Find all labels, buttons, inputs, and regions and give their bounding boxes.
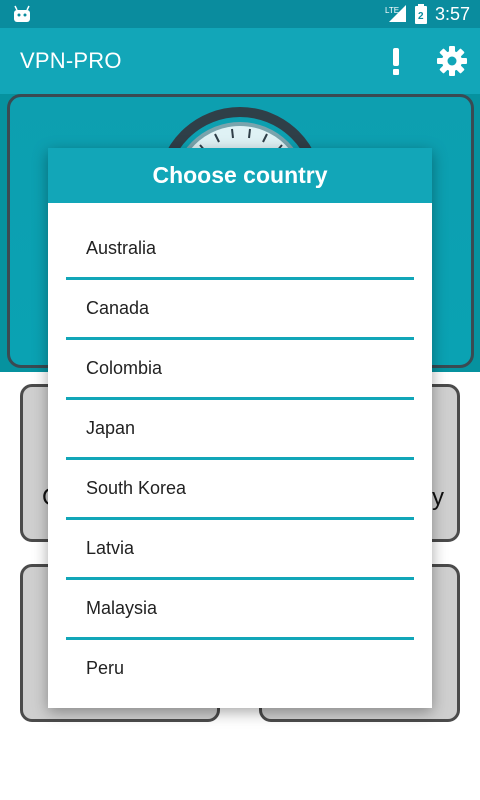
country-label: Japan <box>86 418 136 438</box>
country-label: Peru <box>86 658 125 678</box>
country-item-colombia[interactable]: Colombia <box>66 340 414 400</box>
alert-icon[interactable] <box>382 44 410 78</box>
dialog-title: Choose country <box>152 162 328 188</box>
app-bar: VPN-PRO <box>0 28 480 94</box>
lte-signal-icon: LTE <box>385 5 406 22</box>
country-list: Australia Canada Colombia Japan South Ko… <box>48 220 432 700</box>
country-label: South Korea <box>86 478 187 498</box>
country-label: Australia <box>86 238 157 258</box>
country-label: Colombia <box>86 358 163 378</box>
country-item-japan[interactable]: Japan <box>66 400 414 460</box>
country-label: Malaysia <box>86 598 158 618</box>
svg-text:LTE: LTE <box>385 6 399 15</box>
choose-country-dialog: Choose country Australia Canada Colombia… <box>48 148 432 708</box>
country-item-canada[interactable]: Canada <box>66 280 414 340</box>
status-bar: LTE 2 3:57 <box>0 0 480 28</box>
battery-icon: 2 <box>414 4 427 24</box>
android-icon <box>14 5 30 22</box>
country-label: Canada <box>86 298 150 318</box>
country-item-malaysia[interactable]: Malaysia <box>66 580 414 640</box>
country-item-peru[interactable]: Peru <box>66 640 414 700</box>
country-item-latvia[interactable]: Latvia <box>66 520 414 580</box>
card-label-partial: y <box>432 484 444 511</box>
country-label: Latvia <box>86 538 135 558</box>
svg-text:2: 2 <box>418 11 424 22</box>
status-time: 3:57 <box>434 3 470 24</box>
app-title: VPN-PRO <box>20 48 122 73</box>
dialog-header: Choose country <box>48 148 432 203</box>
country-item-south-korea[interactable]: South Korea <box>66 460 414 520</box>
gear-icon[interactable] <box>436 45 468 77</box>
country-item-australia[interactable]: Australia <box>66 220 414 280</box>
